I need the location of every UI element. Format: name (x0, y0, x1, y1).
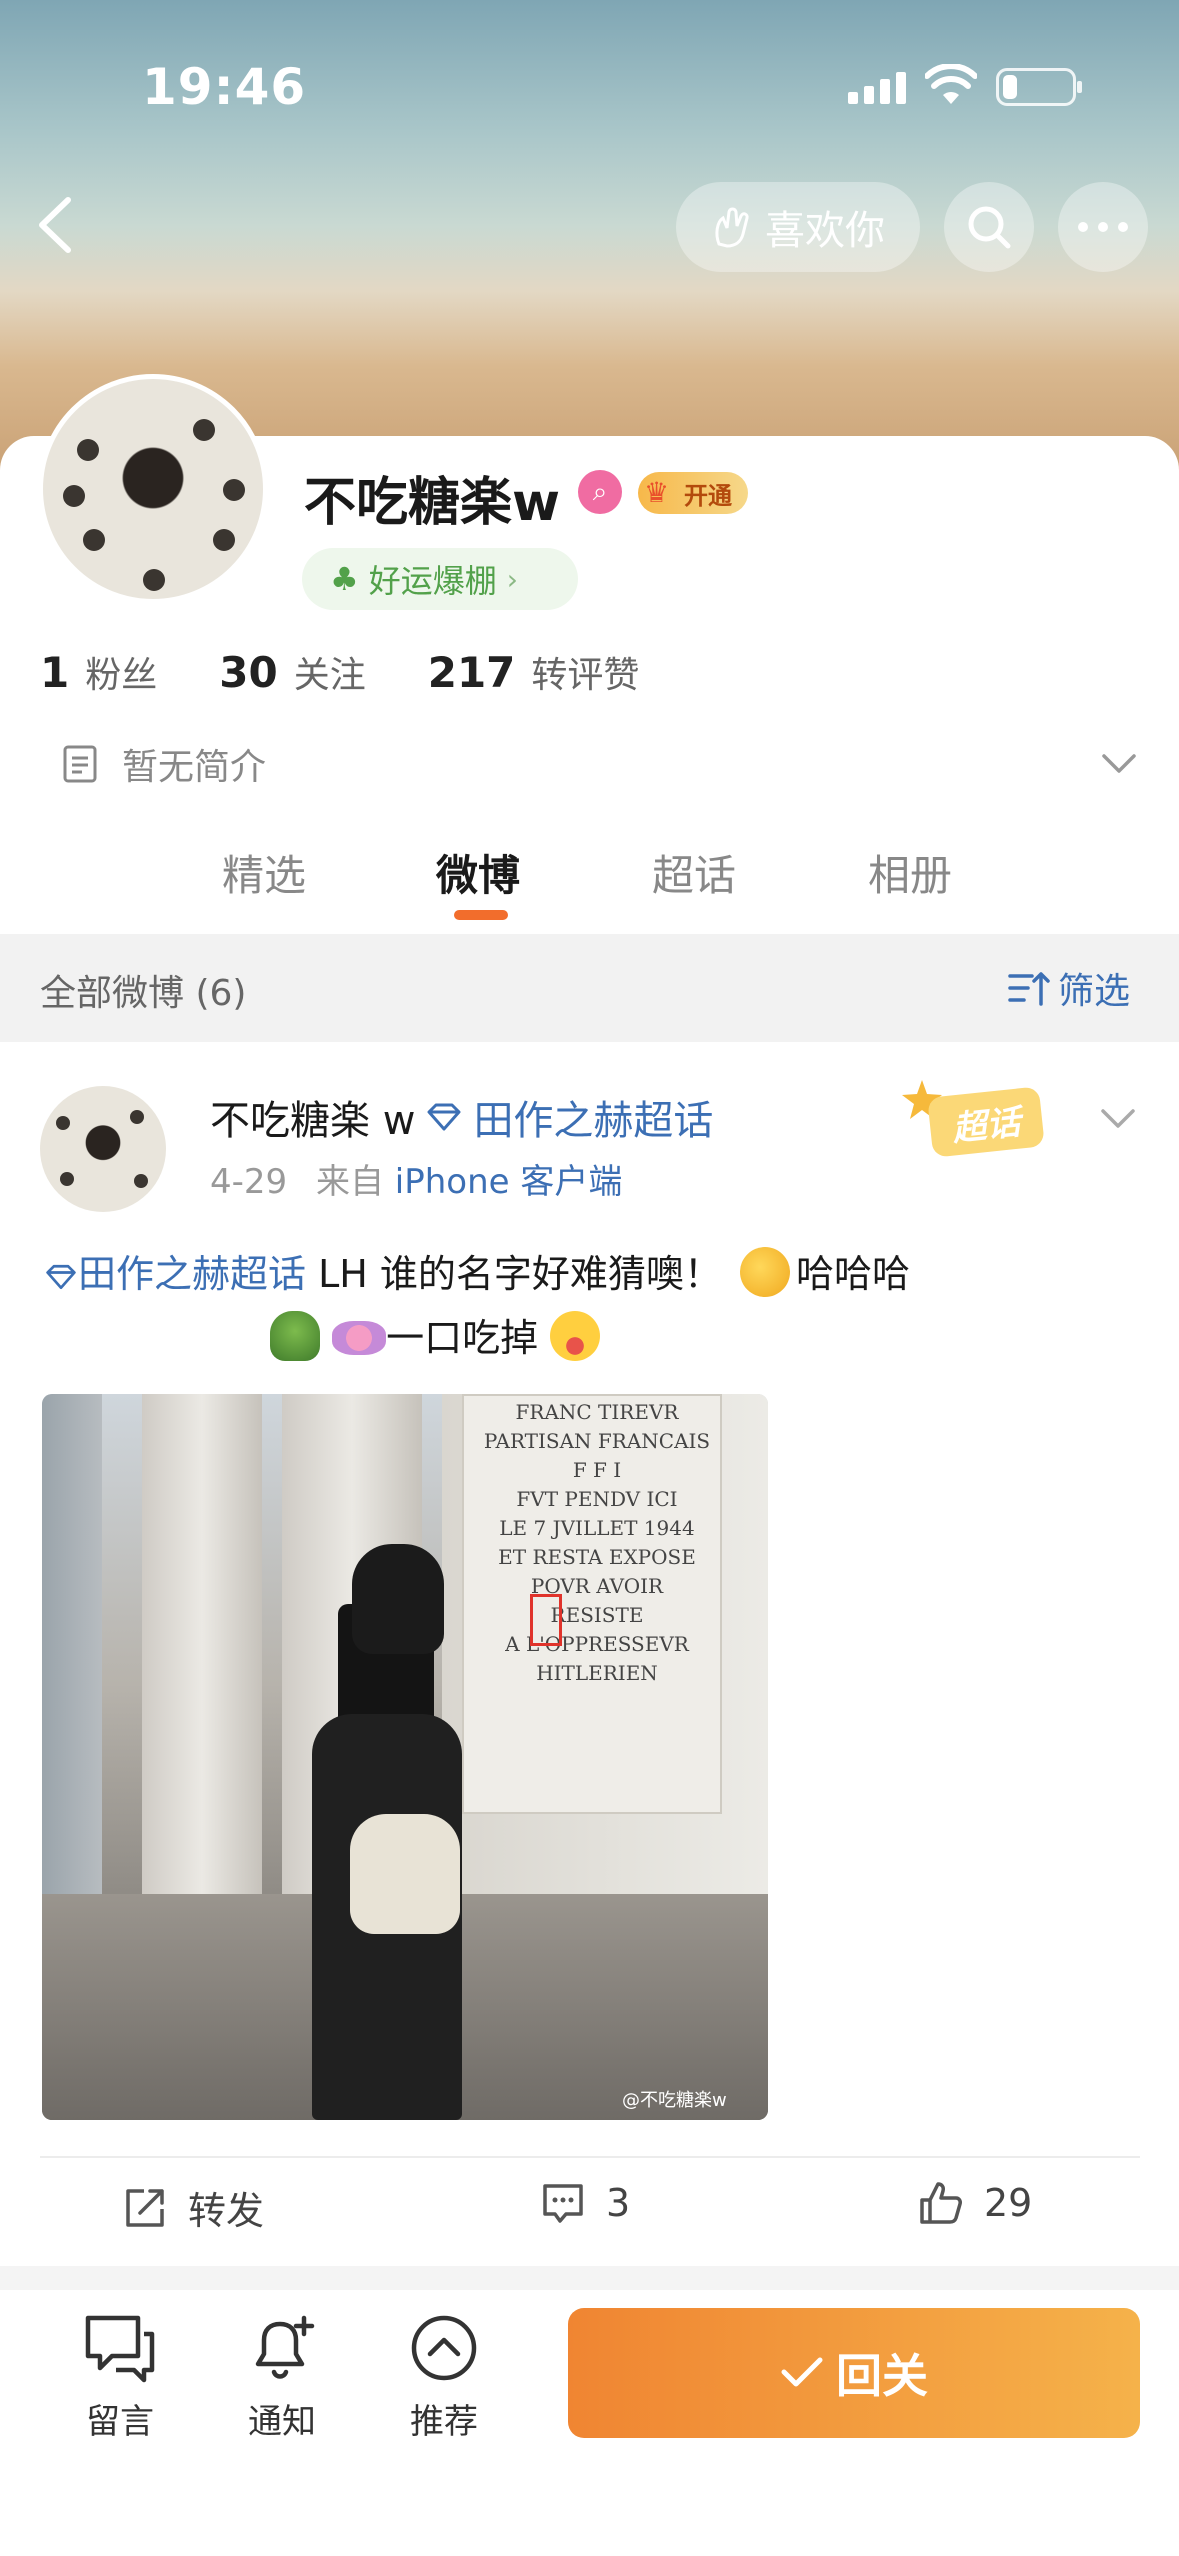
repost-button[interactable]: 转发 (122, 2180, 264, 2235)
bio-text: 暂无简介 (122, 747, 267, 788)
luck-label: 好运爆棚 (368, 562, 497, 600)
post-header: 不吃糖楽 w 田作之赫超话 (210, 1088, 713, 1146)
more-button[interactable] (1058, 182, 1148, 272)
thumbs-up-icon (920, 2182, 962, 2224)
following-count[interactable]: 30 (219, 648, 277, 697)
like-button[interactable]: 29 (918, 2180, 1032, 2226)
followers-label[interactable]: 粉丝 (85, 646, 157, 698)
turtle-emoji-icon (270, 1311, 320, 1361)
post-text-eat: 一口吃掉 (386, 1316, 539, 1360)
hand-heart-icon (715, 207, 749, 248)
repost-icon (126, 2188, 164, 2227)
photo-watermark: @不吃糖楽w (622, 2090, 727, 2111)
post-text-line2: 一口吃掉 (44, 1306, 1144, 1370)
profile-page: { "status_bar": { "time": "19:46" }, "he… (0, 0, 1179, 2556)
filter-icon (1008, 972, 1050, 1006)
recommend-button[interactable]: 推荐 (384, 2310, 504, 2443)
post-text-line1: 田作之赫超话 LH 谁的名字好难猜噢！ 哈哈哈 (44, 1242, 1144, 1306)
repost-label: 转发 (188, 2189, 265, 2233)
more-dots-icon (1078, 222, 1128, 232)
all-posts-label[interactable]: 全部微博 (6) (40, 964, 246, 1016)
bottom-action-bar: 留言 通知 推荐 回关 (0, 2290, 1179, 2556)
search-icon (968, 206, 1011, 249)
post-photo[interactable]: FRANC TIREVR PARTISAN FRANCAIS F F I FVT… (42, 1394, 768, 2120)
following-label[interactable]: 关注 (294, 646, 366, 698)
luck-badge[interactable]: ♣ 好运爆棚 › (302, 548, 578, 610)
candy-emoji-icon (332, 1321, 387, 1355)
diamond-icon (46, 1264, 76, 1290)
engagement-label[interactable]: 转评赞 (531, 646, 639, 698)
post-text-body: LH 谁的名字好难猜噢！ (306, 1252, 722, 1296)
avatar[interactable] (38, 374, 268, 604)
tongue-emoji-icon (550, 1311, 601, 1361)
back-arrow-icon[interactable] (28, 190, 88, 260)
comment-tab-button[interactable]: 留言 (60, 2310, 180, 2443)
vip-open-badge[interactable]: ♛ 开通 (638, 472, 748, 514)
clover-icon: ♣ (330, 560, 359, 598)
post-source-prefix: 来自 (315, 1162, 384, 1202)
active-tab-indicator (454, 910, 508, 920)
chevron-up-circle-icon (411, 2315, 477, 2381)
supertopic-sticker-label: 超话 (927, 1086, 1045, 1158)
post-text-topic[interactable]: 田作之赫超话 (78, 1252, 306, 1296)
engagement-count[interactable]: 217 (428, 648, 516, 697)
post-date: 4-29 (210, 1162, 288, 1202)
checkmark-icon (781, 2357, 823, 2387)
post-text-laugh: 哈哈哈 (796, 1252, 911, 1296)
profile-stats: 1 粉丝 30 关注 217 转评赞 (40, 646, 639, 698)
tab-featured[interactable]: 精选 (222, 842, 306, 903)
filter-bar: 全部微博 (6) 筛选 (0, 934, 1179, 1042)
filter-label: 筛选 (1058, 971, 1131, 1012)
like-count: 29 (984, 2181, 1033, 2225)
post-text: 田作之赫超话 LH 谁的名字好难猜噢！ 哈哈哈 一口吃掉 (44, 1242, 1144, 1370)
document-icon (63, 745, 97, 783)
photo-plaque-text: FRANC TIREVR PARTISAN FRANCAIS F F I FVT… (483, 1400, 711, 1685)
post-topic-tag[interactable]: 田作之赫超话 (473, 1088, 713, 1146)
comment-tab-label: 留言 (86, 2402, 154, 2442)
recommend-label: 推荐 (410, 2402, 478, 2442)
photo-person (292, 1544, 472, 2120)
laughing-emoji-icon (740, 1247, 791, 1297)
follow-back-label: 回关 (836, 2349, 928, 2403)
comment-count: 3 (606, 2181, 631, 2225)
notify-button[interactable]: 通知 (222, 2310, 342, 2443)
status-time: 19:46 (142, 58, 307, 116)
diamond-icon (427, 1103, 461, 1131)
like-you-button[interactable]: 喜欢你 (676, 182, 920, 272)
post-divider (40, 2156, 1140, 2158)
tab-album[interactable]: 相册 (868, 842, 952, 903)
comment-button[interactable]: 3 (540, 2180, 630, 2226)
bio-row[interactable]: 暂无简介 (62, 738, 266, 790)
chat-bubbles-icon (85, 2315, 155, 2383)
post-avatar[interactable] (40, 1086, 166, 1212)
supertopic-sticker: 超话 (900, 1078, 1078, 1162)
search-badge-icon[interactable]: ⌕ (578, 470, 622, 514)
search-button[interactable] (944, 182, 1034, 272)
bell-plus-icon (255, 2315, 315, 2379)
post-card: 不吃糖楽 w 田作之赫超话 4-29 来自 iPhone 客户端 超话 田作之赫… (0, 1042, 1179, 2266)
follow-back-button[interactable]: 回关 (568, 2308, 1140, 2438)
wifi-icon (925, 64, 977, 104)
post-menu-chevron-icon[interactable] (1098, 1098, 1138, 1138)
post-actions: 转发 3 29 (0, 2180, 1179, 2250)
chevron-right-icon: › (506, 562, 518, 596)
notify-label: 通知 (248, 2402, 316, 2442)
post-meta: 4-29 来自 iPhone 客户端 (210, 1154, 622, 1203)
followers-count[interactable]: 1 (40, 648, 69, 697)
filter-button[interactable]: 筛选 (1008, 962, 1130, 1014)
vip-open-label: 开通 (684, 481, 732, 510)
post-username[interactable]: 不吃糖楽 w (210, 1088, 415, 1146)
profile-name: 不吃糖楽w (304, 473, 561, 533)
comment-icon (543, 2184, 583, 2223)
post-source[interactable]: iPhone 客户端 (395, 1162, 623, 1202)
like-you-label: 喜欢你 (765, 208, 885, 254)
tab-weibo[interactable]: 微博 (436, 842, 520, 903)
chevron-down-icon[interactable] (1100, 744, 1138, 782)
tab-supertopic[interactable]: 超话 (652, 842, 736, 903)
crown-icon: ♛ (644, 476, 670, 509)
profile-tabs: 精选 微博 超话 相册 (0, 830, 1179, 934)
cellular-signal-icon (848, 70, 906, 104)
photo-highlight-box (530, 1594, 562, 1646)
battery-icon (996, 68, 1082, 106)
